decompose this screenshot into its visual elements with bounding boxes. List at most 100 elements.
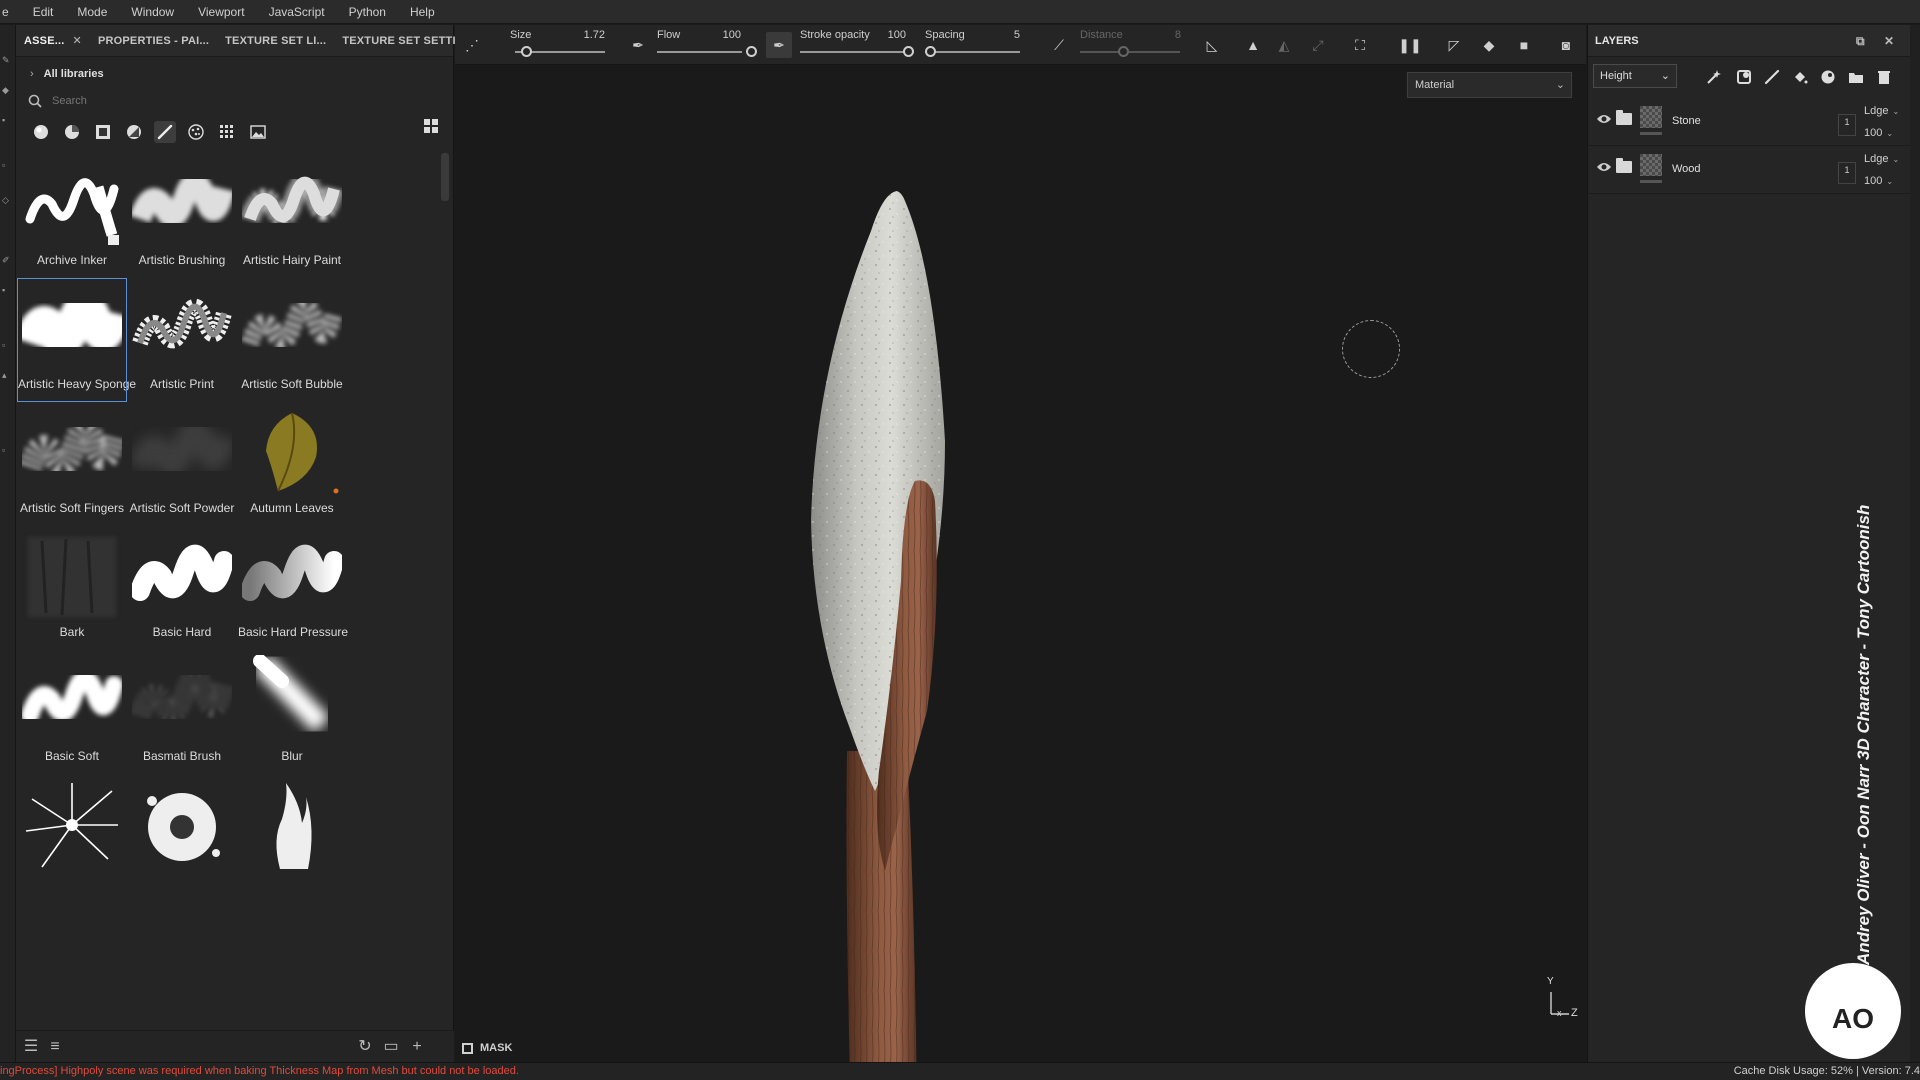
layer-name[interactable]: Wood [1672, 163, 1701, 175]
flow-value[interactable]: 100 [705, 29, 741, 41]
hide-selection-icon[interactable]: ⛶ [1351, 36, 1369, 54]
transform-icon[interactable]: ⤢ [1309, 36, 1327, 54]
undock-icon[interactable]: ⧉ [1856, 34, 1865, 49]
texture-image-icon[interactable] [247, 121, 269, 143]
mask-icon[interactable] [92, 121, 114, 143]
blend-mode-select[interactable]: Ldge ⌄ [1864, 153, 1899, 165]
layer-row[interactable]: Wood 1 Ldge ⌄ 100 ⌄ [1588, 147, 1920, 194]
material-sphere-icon[interactable] [30, 121, 52, 143]
brush-item[interactable]: Artistic Soft Powder [128, 403, 236, 525]
flow-slider[interactable] [657, 51, 742, 53]
refresh-icon[interactable]: ↻ [356, 1038, 374, 1056]
close-icon[interactable]: ✕ [1884, 34, 1894, 48]
brush-item[interactable]: Artistic Soft Fingers [18, 403, 126, 525]
close-icon[interactable]: ✕ [73, 35, 82, 47]
add-smart-material-icon[interactable] [1818, 67, 1838, 87]
symmetry-radial-icon[interactable]: ◭ [1275, 36, 1293, 54]
projection-tool-icon[interactable]: ▪ [2, 115, 12, 125]
alpha-grid-icon[interactable] [216, 121, 238, 143]
pause-icon[interactable]: ❚❚ [1398, 36, 1421, 54]
opacity-field[interactable]: 100 ⌄ [1864, 127, 1893, 139]
brush-item[interactable]: Artistic Hairy Paint [238, 155, 346, 277]
brush-item[interactable]: Autumn Leaves [238, 403, 346, 525]
brush-item[interactable]: Bark [18, 527, 126, 649]
brush-item[interactable]: Basic Soft [18, 651, 126, 773]
menu-python[interactable]: Python [337, 5, 398, 19]
spacing-slider-handle[interactable] [925, 46, 936, 57]
assets-scrollbar[interactable] [441, 153, 449, 201]
stroke-opacity-value[interactable]: 100 [870, 29, 906, 41]
mask-checkbox[interactable] [462, 1042, 473, 1054]
clone-tool-icon[interactable]: ◇ [2, 195, 12, 205]
channel-select[interactable]: Height ⌄ [1593, 64, 1677, 88]
mask-toggle[interactable]: MASK [462, 1042, 512, 1054]
brush-item[interactable]: Artistic Heavy Sponge [16, 278, 136, 402]
tab-properties-paint[interactable]: PROPERTIES - PAI... [90, 35, 217, 47]
pen-pressure-icon[interactable]: ✒ [629, 36, 647, 54]
brush-item[interactable]: Archive Inker [18, 155, 126, 277]
viewport-mode-select[interactable]: Material ⌄ [1407, 72, 1572, 98]
menu-javascript[interactable]: JavaScript [257, 5, 337, 19]
menu-file-partial[interactable]: e [0, 5, 21, 19]
eye-icon[interactable] [1596, 161, 1612, 176]
tab-assets[interactable]: ASSE... ✕ [16, 34, 90, 47]
tab-texture-set-list[interactable]: TEXTURE SET LI... [217, 35, 334, 47]
add-fill-layer-icon[interactable] [1790, 67, 1810, 87]
add-folder-icon[interactable] [1846, 67, 1866, 87]
brush-icon[interactable] [154, 121, 176, 143]
smart-material-icon[interactable] [61, 121, 83, 143]
picker-tool-icon[interactable]: ✐ [2, 255, 12, 265]
3d-viewport[interactable]: Material ⌄ Y x Z MASK [455, 66, 1586, 1080]
menu-edit[interactable]: Edit [21, 5, 66, 19]
brush-item[interactable] [128, 775, 236, 897]
brush-item[interactable]: Basic Hard [128, 527, 236, 649]
search-input[interactable] [52, 95, 412, 107]
compact-list-icon[interactable]: ≡ [46, 1038, 64, 1056]
brush-item[interactable] [18, 775, 126, 897]
brush-item[interactable]: Basic Hard Pressure [238, 527, 348, 649]
eye-icon[interactable] [1596, 113, 1612, 128]
screenshot-icon[interactable]: ◙ [1557, 36, 1575, 54]
selection-tool-icon[interactable]: ▫ [2, 340, 12, 350]
grid-view-toggle-icon[interactable] [423, 118, 439, 137]
eraser-tool-icon[interactable]: ◆ [2, 85, 12, 95]
brush-item[interactable] [238, 775, 346, 897]
menu-viewport[interactable]: Viewport [186, 5, 256, 19]
symmetry-mirror-icon[interactable]: ▲ [1244, 36, 1262, 54]
brush-item[interactable]: Artistic Print [128, 279, 236, 401]
add-icon[interactable]: + [408, 1038, 426, 1056]
library-selector[interactable]: › All libraries [16, 63, 453, 85]
delete-layer-icon[interactable] [1874, 67, 1894, 87]
brush-item[interactable]: Blur [238, 651, 346, 773]
symmetry-dots-icon[interactable]: ⋰ [463, 36, 481, 54]
polygon-fill-icon[interactable]: ▪ [2, 285, 12, 295]
particle-icon[interactable] [185, 121, 207, 143]
stroke-opacity-slider-handle[interactable] [903, 46, 914, 57]
new-folder-icon[interactable]: ▭ [382, 1038, 400, 1056]
lazy-mouse-icon[interactable]: ⟋ [1050, 36, 1068, 54]
menu-mode[interactable]: Mode [65, 5, 119, 19]
cube-view-icon[interactable]: ◆ [1480, 36, 1498, 54]
smart-mask-icon[interactable] [123, 121, 145, 143]
opacity-field[interactable]: 100 ⌄ [1864, 175, 1893, 187]
menu-window[interactable]: Window [119, 5, 186, 19]
brush-item[interactable]: Artistic Soft Bubble [238, 279, 346, 401]
flow-slider-handle[interactable] [746, 46, 757, 57]
add-effect-icon[interactable] [1704, 67, 1724, 87]
layer-name[interactable]: Stone [1672, 115, 1701, 127]
bake-tool-icon[interactable]: ▴ [2, 370, 12, 380]
layer-channel-count[interactable]: 1 [1838, 114, 1856, 136]
size-slider-handle[interactable] [521, 46, 532, 57]
smudge-tool-icon[interactable]: ▫ [2, 160, 12, 170]
stroke-pressure-icon[interactable]: ✒ [766, 32, 792, 58]
brush-item[interactable]: Artistic Brushing [128, 155, 236, 277]
video-camera-icon[interactable]: ■ [1515, 36, 1533, 54]
add-mask-icon[interactable] [1734, 67, 1754, 87]
alignment-icon[interactable]: ◺ [1203, 36, 1221, 54]
menu-help[interactable]: Help [398, 5, 447, 19]
blend-mode-select[interactable]: Ldge ⌄ [1864, 105, 1899, 117]
list-view-icon[interactable]: ☰ [22, 1038, 40, 1056]
size-value[interactable]: 1.72 [565, 29, 605, 41]
add-paint-layer-icon[interactable] [1762, 67, 1782, 87]
camera-view-icon[interactable]: ◸ [1445, 36, 1463, 54]
